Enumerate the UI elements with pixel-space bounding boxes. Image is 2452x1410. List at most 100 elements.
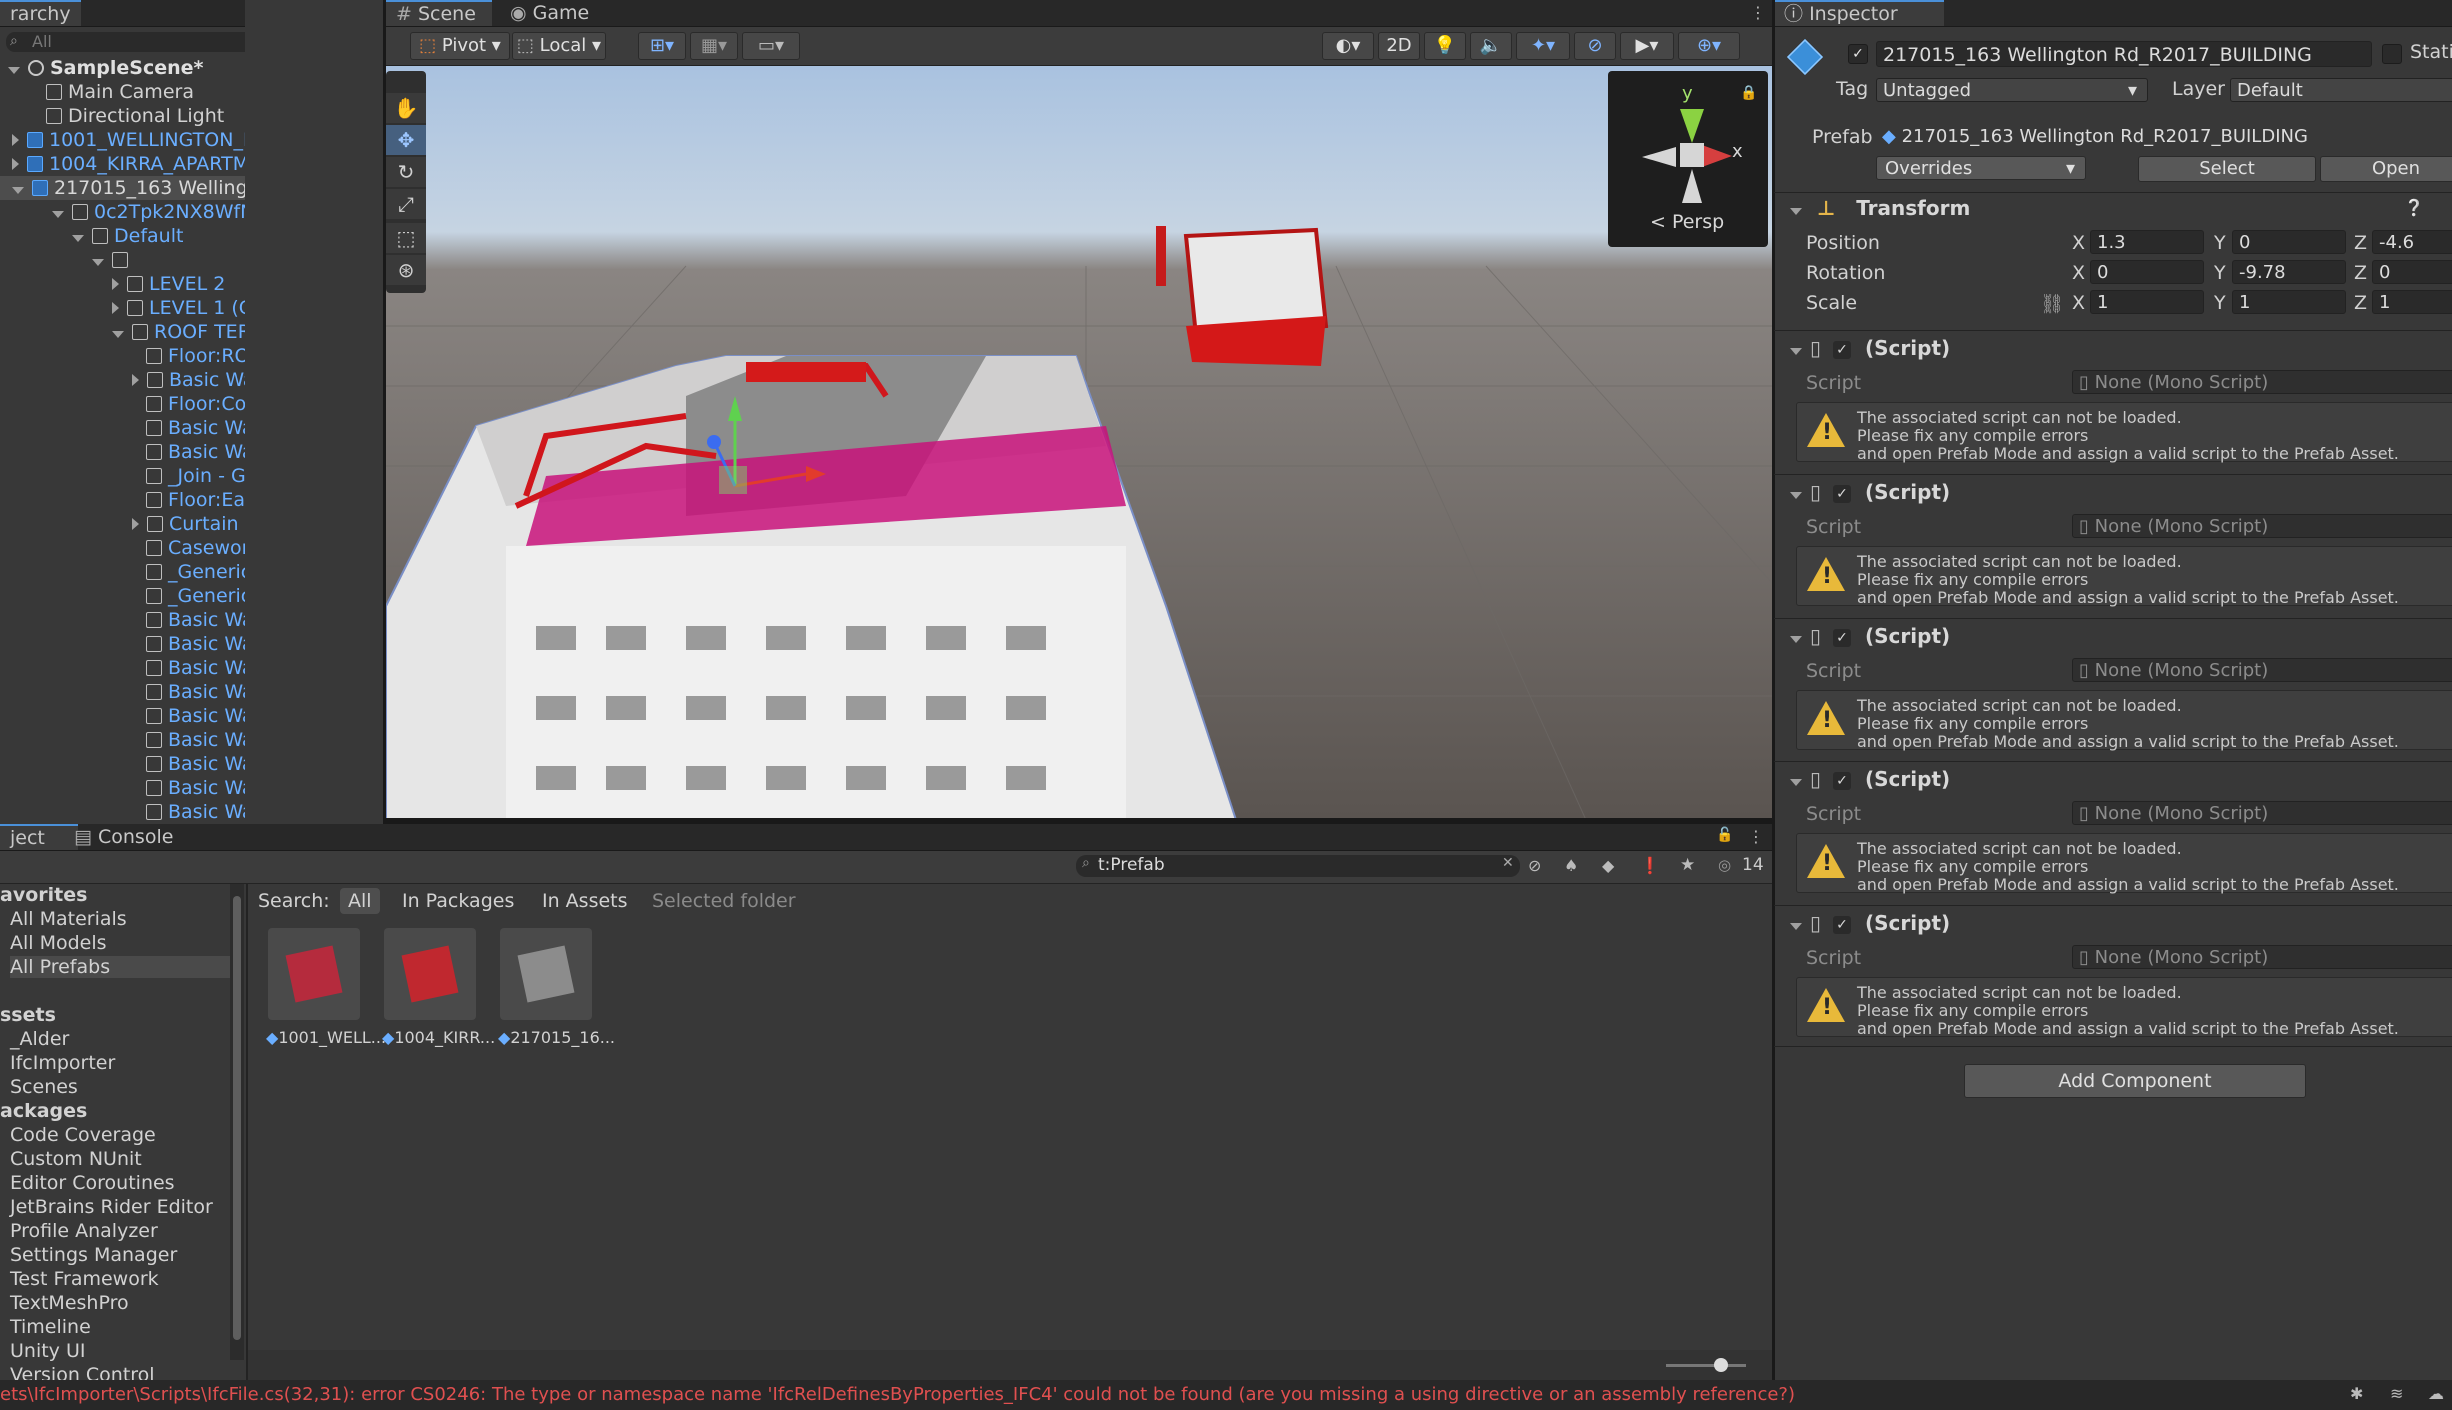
project-tree-item[interactable]: Unity UI	[10, 1340, 85, 1362]
project-tree-item[interactable]: JetBrains Rider Editor	[10, 1196, 213, 1218]
local-dropdown[interactable]: ⬚ Local ▾	[512, 32, 606, 60]
hierarchy-item[interactable]: Basic Wall:_# WP01 Co	[132, 800, 245, 824]
hierarchy-search-input[interactable]: ⌕ All	[6, 32, 245, 52]
filter-by-type-icon[interactable]: ♠	[1564, 856, 1578, 875]
scene-menu-icon[interactable]: ⋮	[1750, 3, 1766, 22]
project-section-header[interactable]: ssets	[0, 1004, 56, 1026]
pivot-dropdown[interactable]: ⬚ Pivot ▾	[410, 32, 510, 60]
hierarchy-item[interactable]: Basic Wall:_# WP06 Ris	[132, 776, 245, 800]
expand-arrow-icon[interactable]	[132, 374, 139, 386]
constrain-proportions-icon[interactable]: ⛓	[2040, 292, 2064, 315]
hierarchy-item[interactable]: _Generic - Curtain:_Ge	[132, 584, 245, 608]
project-tree-item[interactable]: Test Framework	[10, 1268, 159, 1290]
scope-in-packages[interactable]: In Packages	[402, 890, 514, 912]
tab-console[interactable]: ▤ Console	[64, 824, 183, 850]
project-tree-scrollbar[interactable]	[230, 884, 244, 1360]
scene-root[interactable]: SampleScene*	[8, 56, 203, 80]
scale-x-field[interactable]: 1	[2090, 290, 2204, 314]
script-field[interactable]: ▯ None (Mono Script)	[2072, 370, 2452, 394]
hierarchy-item[interactable]: LEVEL 2	[112, 272, 225, 296]
hierarchy-item[interactable]: Basic Wall:_# WP20 Int	[132, 704, 245, 728]
layer-dropdown[interactable]: Default	[2230, 78, 2452, 102]
zoom-slider-track[interactable]	[1666, 1364, 1746, 1367]
project-section-header[interactable]: avorites	[0, 884, 87, 906]
audio-toggle-icon[interactable]: 🔈	[1470, 32, 1512, 60]
expand-arrow-icon[interactable]	[92, 259, 104, 266]
rotate-tool-icon[interactable]: ↻	[386, 157, 426, 187]
asset-label[interactable]: ◆217015_16...	[498, 1028, 615, 1047]
scope-selected-folder[interactable]: Selected folder	[652, 890, 796, 912]
status-error-text[interactable]: ets\IfcImporter\Scripts\IfcFile.cs(32,31…	[0, 1384, 1795, 1405]
foldout-arrow-icon[interactable]	[1790, 208, 1802, 215]
expand-arrow-icon[interactable]	[72, 235, 84, 242]
project-lock-icon[interactable]: 🔓	[1716, 827, 1733, 843]
project-tree-item[interactable]: All Materials	[10, 908, 127, 930]
rotation-y-field[interactable]: -9.78	[2232, 260, 2346, 284]
project-tree-item[interactable]: All Prefabs	[10, 956, 232, 978]
expand-arrow-icon[interactable]	[12, 134, 19, 146]
prefab-field[interactable]: ◆ 217015_163 Wellington Rd_R2017_BUILDIN…	[1876, 125, 2452, 149]
object-name-field[interactable]: 217015_163 Wellington Rd_R2017_BUILDING	[1876, 41, 2372, 67]
project-tree-item[interactable]: Profile Analyzer	[10, 1220, 158, 1242]
scope-in-assets[interactable]: In Assets	[542, 890, 628, 912]
hierarchy-item[interactable]: Directional Light	[32, 104, 224, 128]
gizmo-lock-icon[interactable]: 🔒	[1740, 85, 1757, 101]
hierarchy-item[interactable]: _Generic - Curtain:_Ge	[132, 560, 245, 584]
asset-thumbnail[interactable]	[268, 928, 360, 1020]
tab-inspector[interactable]: ⓘ Inspector	[1774, 0, 1944, 26]
collab-icon[interactable]: ☁	[2428, 1384, 2444, 1403]
project-tree-item[interactable]: IfcImporter	[10, 1052, 115, 1074]
hierarchy-item[interactable]: Curtain Wall:SCREEN 1	[132, 512, 245, 536]
hierarchy-item[interactable]: ROOF TERRACE	[112, 320, 245, 344]
static-checkbox[interactable]	[2382, 44, 2402, 64]
expand-arrow-icon[interactable]	[12, 158, 19, 170]
open-button[interactable]: Open	[2320, 156, 2452, 182]
scale-tool-icon[interactable]: ⤢	[386, 189, 426, 219]
project-tree-item[interactable]: Code Coverage	[10, 1124, 156, 1146]
hierarchy-item[interactable]: _Join - Generic Unit:Be	[132, 464, 245, 488]
asset-label[interactable]: ◆1001_WELL...	[266, 1028, 386, 1047]
foldout-arrow-icon[interactable]	[1790, 492, 1802, 499]
script-field[interactable]: ▯ None (Mono Script)	[2072, 514, 2452, 538]
project-tree-item[interactable]: _Alder	[10, 1028, 69, 1050]
tab-scene[interactable]: # Scene	[386, 0, 492, 26]
move-tool-icon[interactable]: ✥	[386, 125, 426, 155]
hierarchy-item[interactable]: Basic Wall:Exterior Gen	[132, 440, 245, 464]
grid-snap-button[interactable]: ⊞▾	[638, 32, 686, 60]
project-tree-item[interactable]: Settings Manager	[10, 1244, 177, 1266]
expand-arrow-icon[interactable]	[52, 211, 64, 218]
expand-arrow-icon[interactable]	[112, 331, 124, 338]
select-button[interactable]: Select	[2138, 156, 2316, 182]
project-tree-item[interactable]: All Models	[10, 932, 107, 954]
rotation-x-field[interactable]: 0	[2090, 260, 2204, 284]
clear-search-icon[interactable]: ✕	[1502, 855, 1514, 871]
script-component-header[interactable]: ▯ ✓ (Script)	[1780, 907, 2452, 939]
zoom-slider-handle[interactable]	[1714, 1358, 1728, 1372]
transform-header[interactable]: ⊥ Transform ❔	[1780, 192, 2452, 224]
hierarchy-item[interactable]: Floor:Earth - 450:2341	[132, 488, 245, 512]
script-field[interactable]: ▯ None (Mono Script)	[2072, 945, 2452, 969]
expand-arrow-icon[interactable]	[132, 518, 139, 530]
overrides-dropdown[interactable]: Overrides ▾	[1876, 156, 2086, 180]
search-by-type-icon[interactable]: ⊘	[1528, 856, 1541, 875]
log-filter-icon[interactable]: ❗	[1640, 856, 1660, 875]
effects-toggle-icon[interactable]: ✦▾	[1516, 32, 1570, 60]
foldout-arrow-icon[interactable]	[1790, 779, 1802, 786]
orientation-gizmo[interactable]: y x 🔒 < Persp	[1608, 71, 1768, 247]
progress-icon[interactable]: ≋	[2390, 1384, 2403, 1403]
hierarchy-item[interactable]: Casework 1:Casework	[132, 536, 245, 560]
project-tree-item[interactable]: TextMeshPro	[10, 1292, 129, 1314]
hierarchy-item[interactable]: Basic Wall:_# WP27 Int	[132, 656, 245, 680]
hierarchy-item[interactable]: Main Camera	[32, 80, 194, 104]
hidden-packages-icon[interactable]: ◎	[1718, 856, 1731, 874]
project-tree-item[interactable]: Timeline	[10, 1316, 91, 1338]
script-field[interactable]: ▯ None (Mono Script)	[2072, 658, 2452, 682]
asset-label[interactable]: ◆1004_KIRR...	[382, 1028, 495, 1047]
hierarchy-item[interactable]: Basic Wall:_# WM01 Co	[132, 368, 245, 392]
hierarchy-item[interactable]: Basic Wall:_# WC02 Ins	[132, 680, 245, 704]
persp-label[interactable]: < Persp	[1650, 211, 1724, 233]
shading-mode-button[interactable]: ◐▾	[1322, 32, 1374, 60]
script-component-header[interactable]: ▯ ✓ (Script)	[1780, 620, 2452, 652]
project-tree-scroll-thumb[interactable]	[233, 896, 241, 1340]
project-section-header[interactable]: ackages	[0, 1100, 87, 1122]
